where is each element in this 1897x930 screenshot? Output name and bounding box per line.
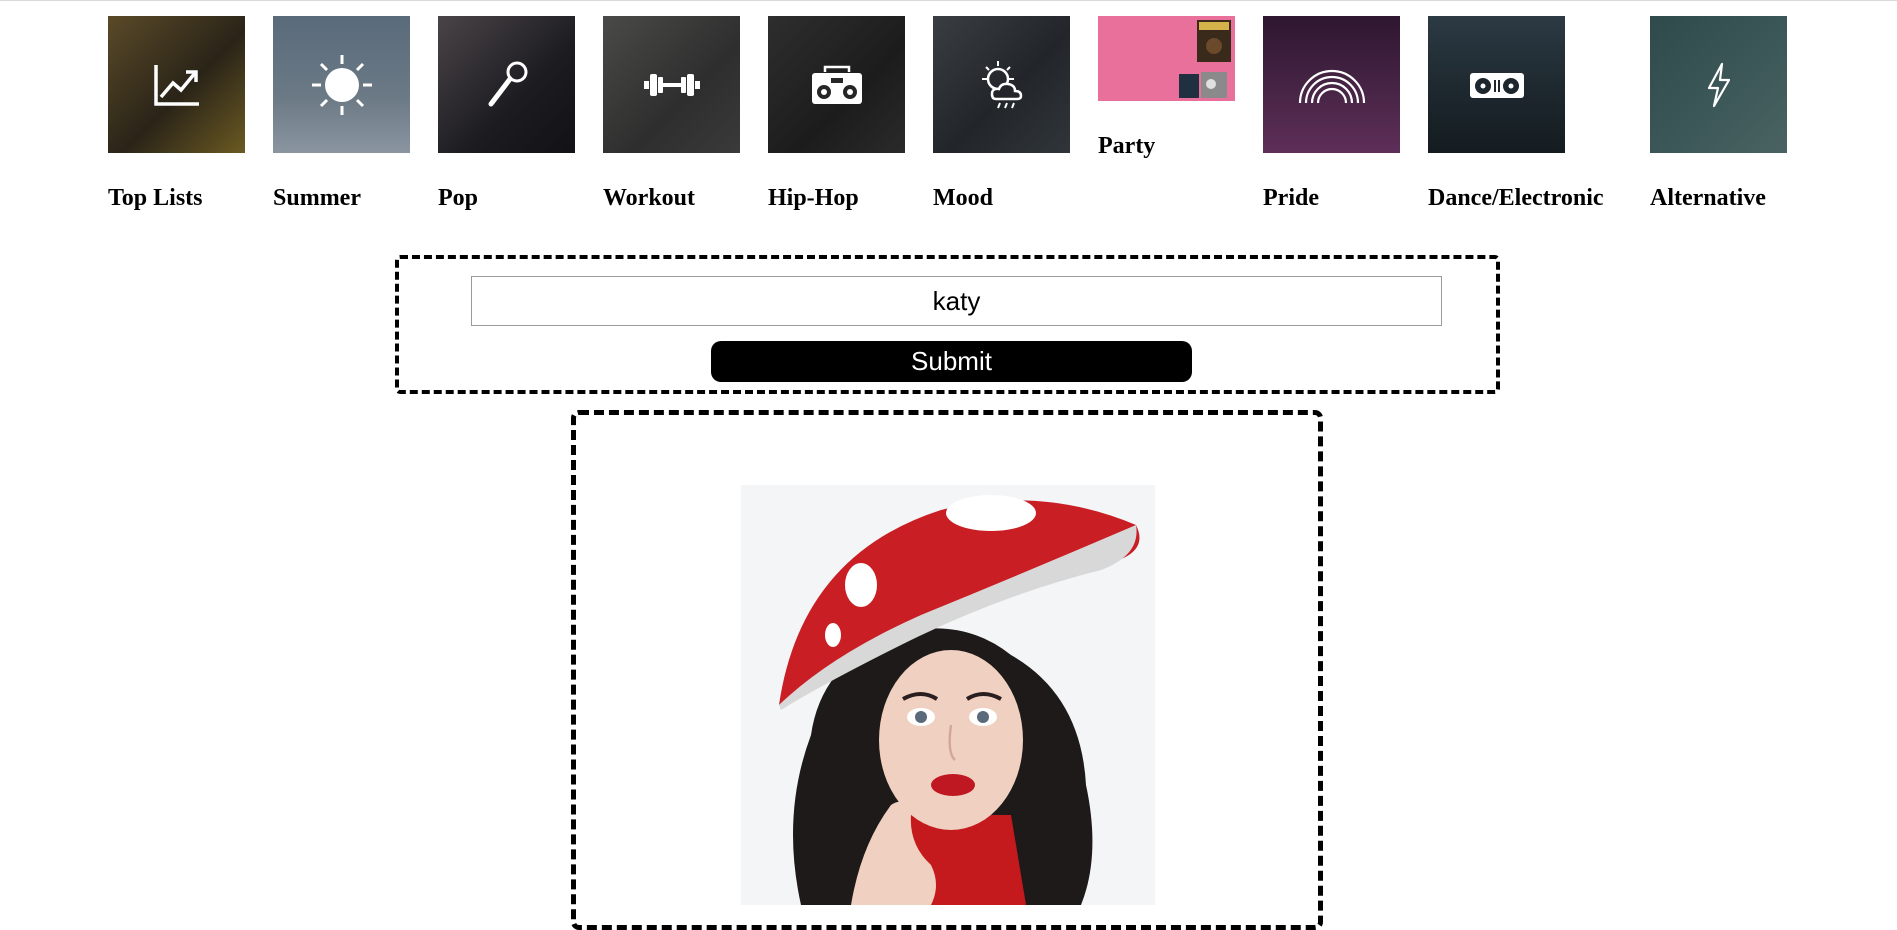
trending-up-icon bbox=[153, 64, 199, 106]
category-hip-hop[interactable]: Hip-Hop bbox=[768, 16, 905, 211]
weather-mood-icon bbox=[981, 60, 1022, 108]
workout-thumbnail[interactable] bbox=[603, 16, 740, 153]
category-alternative[interactable]: Alternative bbox=[1650, 16, 1787, 211]
category-label: Party bbox=[1098, 133, 1156, 159]
category-label: Pride bbox=[1263, 185, 1319, 211]
mood-thumbnail[interactable] bbox=[933, 16, 1070, 153]
category-dance-electronic[interactable]: Dance/Electronic bbox=[1428, 16, 1604, 211]
category-label: Pop bbox=[438, 185, 479, 211]
category-label: Workout bbox=[603, 185, 696, 211]
category-label: Hip-Hop bbox=[768, 185, 859, 211]
dance-electronic-thumbnail[interactable] bbox=[1428, 16, 1565, 153]
pop-thumbnail[interactable] bbox=[438, 16, 575, 153]
lightning-icon bbox=[1707, 62, 1730, 107]
boombox-icon bbox=[811, 65, 862, 104]
submit-button[interactable]: Submit bbox=[711, 341, 1192, 382]
microphone-icon bbox=[488, 61, 527, 106]
sun-icon bbox=[311, 54, 372, 115]
party-thumbnail[interactable] bbox=[1098, 16, 1235, 101]
alternative-thumbnail[interactable] bbox=[1650, 16, 1787, 153]
party-album-icon bbox=[1179, 20, 1231, 98]
category-summer[interactable]: Summer bbox=[273, 16, 410, 211]
category-mood[interactable]: Mood bbox=[933, 16, 1070, 211]
pride-thumbnail[interactable] bbox=[1263, 16, 1400, 153]
category-label: Dance/Electronic bbox=[1428, 185, 1604, 211]
category-workout[interactable]: Workout bbox=[603, 16, 740, 211]
summer-thumbnail[interactable] bbox=[273, 16, 410, 153]
hip-hop-thumbnail[interactable] bbox=[768, 16, 905, 153]
category-top-lists[interactable]: Top Lists bbox=[108, 16, 245, 211]
result-panel bbox=[571, 410, 1323, 930]
category-label: Alternative bbox=[1650, 185, 1766, 211]
artist-photo bbox=[741, 485, 1155, 905]
category-pop[interactable]: Pop bbox=[438, 16, 575, 211]
category-party[interactable]: Party bbox=[1098, 16, 1235, 159]
top-lists-thumbnail[interactable] bbox=[108, 16, 245, 153]
search-form: Submit bbox=[395, 255, 1500, 394]
category-label: Summer bbox=[273, 185, 361, 211]
category-pride[interactable]: Pride bbox=[1263, 16, 1400, 211]
turntable-icon bbox=[1469, 72, 1524, 98]
category-label: Mood bbox=[933, 185, 993, 211]
dumbbell-icon bbox=[643, 73, 700, 96]
category-label: Top Lists bbox=[108, 185, 203, 211]
search-input[interactable] bbox=[471, 276, 1442, 326]
rainbow-icon bbox=[1298, 69, 1365, 103]
